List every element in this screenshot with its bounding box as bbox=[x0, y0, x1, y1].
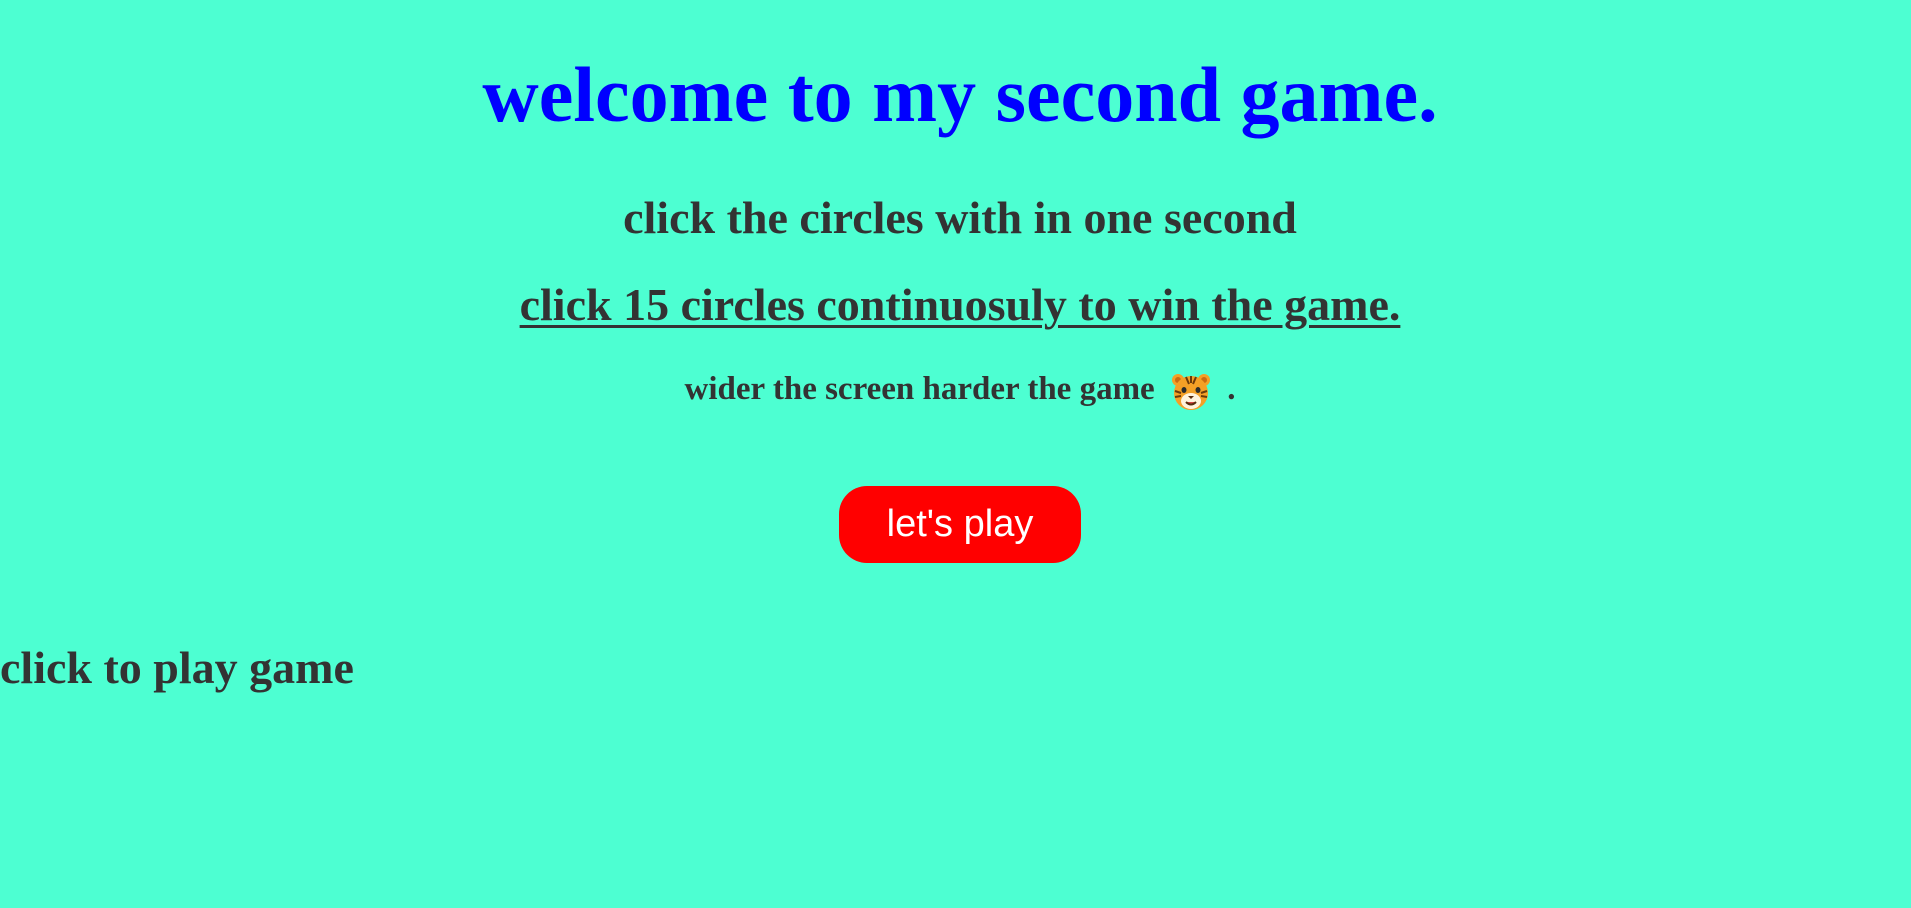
instruction-win-condition: click 15 circles continuosuly to win the… bbox=[0, 277, 1911, 333]
tiger-face-icon bbox=[1169, 369, 1213, 413]
page-title: welcome to my second game. bbox=[482, 51, 1438, 138]
instruction-difficulty-suffix: . bbox=[1227, 371, 1236, 407]
instruction-time-limit: click the circles with in one second bbox=[623, 192, 1297, 243]
instruction-win-condition-text: click 15 circles continuosuly to win the… bbox=[519, 279, 1401, 330]
lets-play-button[interactable]: let's play bbox=[839, 486, 1081, 563]
instruction-difficulty: wider the screen harder the game . bbox=[0, 365, 1911, 413]
instruction-difficulty-text: wider the screen harder the game bbox=[684, 371, 1155, 407]
status-text: click to play game bbox=[0, 642, 354, 693]
